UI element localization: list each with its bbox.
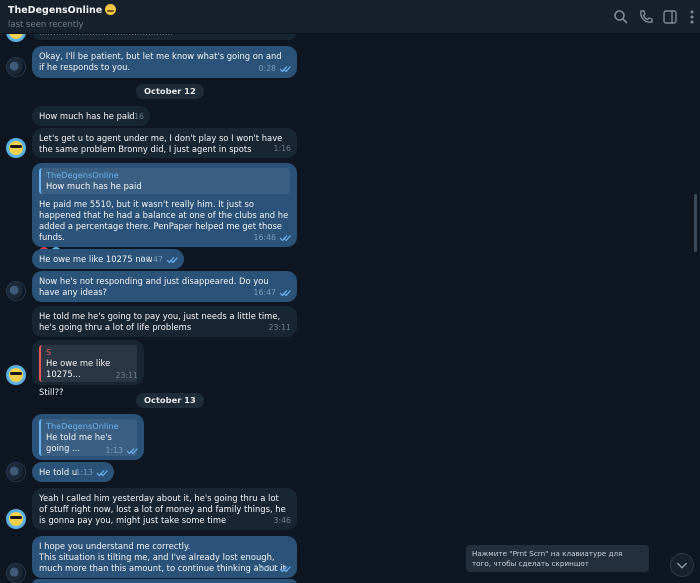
phone-icon[interactable] bbox=[637, 8, 655, 26]
message-time: 23:11 bbox=[115, 371, 138, 380]
message-time: 1:16 bbox=[273, 144, 291, 153]
message-meta: 23:11 bbox=[269, 322, 291, 333]
reply-quote-author: TheDegensOnline bbox=[46, 170, 119, 180]
message-meta: 23:11 bbox=[116, 370, 138, 381]
message-text: He told me he's going to pay you, just n… bbox=[39, 311, 281, 332]
scroll-to-bottom-button[interactable] bbox=[670, 553, 694, 577]
message-list[interactable]: ………………………………………… Okay, I'll be patient, … bbox=[0, 34, 700, 583]
message-bubble[interactable]: TheDegensOnline He told me he's going ..… bbox=[32, 414, 144, 471]
reply-quote[interactable]: TheDegensOnline How much has he paid bbox=[39, 168, 290, 194]
avatar[interactable] bbox=[6, 34, 26, 42]
message-meta: 1:16 bbox=[273, 143, 291, 154]
message-time: 16:47 bbox=[253, 288, 276, 297]
message-text: Okay, I'll be patient, but let me know w… bbox=[39, 51, 282, 72]
screenshot-hint-toast: Нажмите "Prnt Scrn" на клавиатуре для то… bbox=[466, 545, 649, 572]
message-text: Let's get u to agent under me, I don't p… bbox=[39, 133, 283, 154]
message-time: 3:46 bbox=[273, 516, 291, 525]
avatar[interactable] bbox=[6, 138, 26, 158]
message-meta: 16:46 bbox=[254, 232, 291, 243]
avatar[interactable] bbox=[6, 281, 26, 301]
message-bubble[interactable]: He told me he's going to pay you, just n… bbox=[32, 306, 297, 337]
message-time: 16:47 bbox=[140, 255, 163, 264]
message-meta: 16:47 bbox=[254, 287, 291, 298]
message-text: Yeah I called him yesterday about it, he… bbox=[39, 493, 286, 525]
chat-title-text[interactable]: TheDegensOnline bbox=[8, 5, 102, 16]
double-check-icon bbox=[279, 565, 291, 573]
message-meta: 16:13 bbox=[254, 563, 291, 574]
sidebar-icon[interactable] bbox=[661, 8, 679, 26]
toast-text: Нажмите "Prnt Scrn" на клавиатуре для то… bbox=[472, 549, 623, 568]
avatar[interactable] bbox=[6, 462, 26, 482]
double-check-icon bbox=[279, 234, 291, 242]
message-meta: 16:47 bbox=[141, 254, 178, 265]
more-icon[interactable] bbox=[683, 8, 700, 26]
message-bubble[interactable]: How much has he paid 1:16 bbox=[32, 106, 150, 126]
message-bubble[interactable]: I hope you understand me correctly. This… bbox=[32, 536, 297, 578]
reply-quote-author: TheDegensOnline bbox=[46, 421, 119, 431]
message-bubble[interactable]: S He owe me like 10275... Still?? 23:11 bbox=[32, 340, 144, 397]
date-separator: October 12 bbox=[136, 84, 204, 99]
message-bubble-partial-bottom[interactable] bbox=[32, 579, 297, 583]
chat-status: last seen recently bbox=[8, 20, 84, 30]
chevron-down-icon bbox=[676, 562, 688, 569]
message-bubble[interactable]: Let's get u to agent under me, I don't p… bbox=[32, 128, 297, 158]
message-meta: 1:13 bbox=[105, 445, 138, 456]
double-check-icon bbox=[166, 256, 178, 264]
double-check-icon bbox=[279, 289, 291, 297]
message-text: Now he's not responding and just disappe… bbox=[39, 276, 269, 297]
reply-quote-text: How much has he paid bbox=[46, 181, 142, 191]
message-meta: 3:46 bbox=[273, 515, 291, 526]
message-meta: 1:13 bbox=[75, 467, 108, 478]
message-bubble[interactable]: He owe me like 10275 now 16:47 bbox=[32, 249, 184, 269]
message-bubble[interactable]: He told u 1:13 bbox=[32, 462, 114, 482]
message-bubble[interactable]: Now he's not responding and just disappe… bbox=[32, 271, 297, 302]
chat-header: TheDegensOnline last seen recently bbox=[0, 0, 700, 34]
message-time: 1:13 bbox=[105, 446, 123, 455]
message-text: ………………………………………… bbox=[39, 34, 290, 38]
avatar[interactable] bbox=[6, 57, 26, 77]
scrollbar-thumb[interactable] bbox=[694, 194, 697, 252]
message-bubble[interactable]: Yeah I called him yesterday about it, he… bbox=[32, 488, 297, 530]
message-bubble[interactable]: Okay, I'll be patient, but let me know w… bbox=[32, 46, 297, 78]
avatar[interactable] bbox=[6, 563, 26, 583]
message-meta: 1:16 bbox=[126, 111, 144, 122]
chat-title[interactable]: TheDegensOnline bbox=[8, 4, 117, 16]
message-bubble[interactable]: TheDegensOnline How much has he paid He … bbox=[32, 163, 297, 257]
message-bubble-partial[interactable]: ………………………………………… bbox=[32, 34, 297, 40]
avatar[interactable] bbox=[6, 509, 26, 529]
message-text: Still?? bbox=[39, 387, 64, 397]
message-time: 16:46 bbox=[253, 233, 276, 242]
message-time: 1:13 bbox=[75, 468, 93, 477]
message-time: 23:11 bbox=[268, 323, 291, 332]
message-meta: 0:28 bbox=[258, 63, 291, 74]
avatar[interactable] bbox=[6, 365, 26, 385]
message-time: 0:28 bbox=[258, 64, 276, 73]
reply-quote-author: S bbox=[46, 347, 52, 357]
search-icon[interactable] bbox=[612, 8, 630, 26]
date-separator: October 13 bbox=[136, 393, 204, 408]
double-check-icon bbox=[96, 469, 108, 477]
double-check-icon bbox=[279, 65, 291, 73]
message-text: He paid me 5510, but it wasn't really hi… bbox=[39, 199, 289, 242]
double-check-icon bbox=[126, 447, 138, 455]
message-time: 16:13 bbox=[253, 564, 276, 573]
message-time: 1:16 bbox=[126, 112, 144, 121]
face-emoji-icon bbox=[105, 4, 117, 15]
